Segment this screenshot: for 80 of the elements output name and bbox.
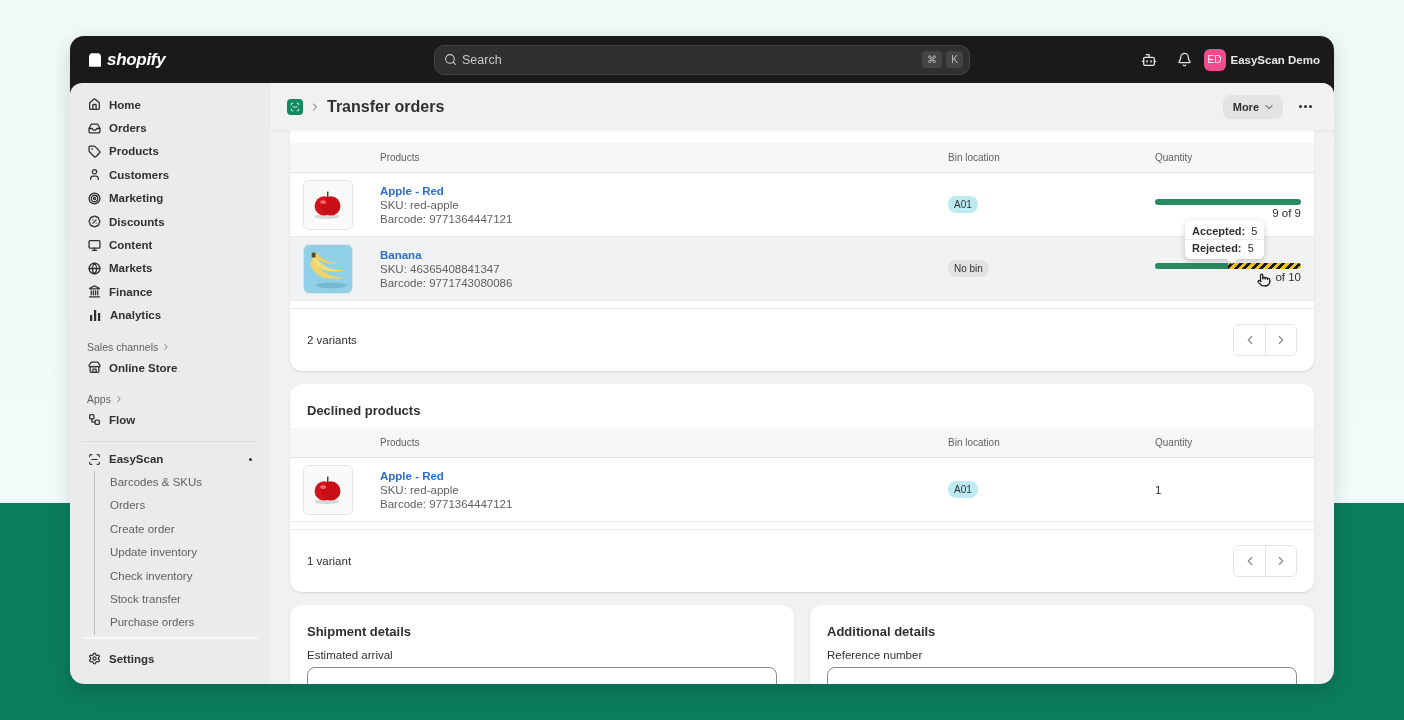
column-header: Bin location (948, 437, 1001, 448)
sku-text: SKU: red-apple (380, 483, 460, 496)
column-header: Quantity (1155, 437, 1194, 448)
nav-item[interactable]: Settings (82, 646, 258, 671)
variant-count: 1 variant (307, 555, 352, 567)
column-header: Products (380, 152, 421, 163)
hand-cursor-icon (1257, 272, 1271, 287)
nav-item[interactable]: Content (82, 233, 258, 257)
shopping-bag-icon (86, 50, 104, 69)
settings-icon (88, 652, 101, 665)
search-icon (444, 52, 457, 66)
quantity-text: 9 of 9 (1272, 206, 1301, 219)
logo-text: shopify (107, 49, 166, 70)
nav-subitem[interactable]: Create order (82, 517, 258, 542)
card-title: Shipment details (306, 623, 413, 641)
nav-subitem[interactable]: Stock transfer (82, 588, 258, 612)
nav-icon (88, 98, 101, 112)
bell-icon[interactable] (1176, 52, 1192, 67)
robot-icon[interactable] (1140, 51, 1157, 68)
product-link[interactable]: Banana (380, 248, 948, 261)
nav-item[interactable]: Home (82, 93, 258, 117)
product-link[interactable]: Apple - Red (380, 184, 948, 197)
nav-item[interactable]: Orders (82, 116, 258, 140)
quantity-text: of 10 (1275, 270, 1301, 283)
nav-icon (88, 285, 101, 299)
variant-count: 2 variants (307, 334, 357, 346)
column-header: Quantity (1155, 152, 1194, 163)
bin-badge: No bin (948, 260, 989, 277)
nav-item[interactable]: Customers (82, 163, 258, 187)
column-header: Products (380, 437, 421, 448)
product-row[interactable]: Apple - Red SKU: red-apple Barcode: 9771364447121 A01 1 (290, 458, 1314, 522)
barcode-text: Barcode: 9771743080086 (380, 276, 514, 289)
barcode-text: Barcode: 9771364447121 (380, 497, 514, 510)
page-title: Transfer orders (327, 97, 445, 116)
quantity-text: 1 (1155, 483, 1163, 496)
nav-icon (88, 191, 101, 205)
app-icon[interactable] (287, 98, 303, 115)
nav-subitem[interactable]: Purchase orders (82, 611, 258, 635)
nav-icon (88, 144, 101, 158)
field-label: Estimated arrival (306, 649, 394, 663)
bar-chart-icon (88, 308, 102, 323)
nav-icon (88, 238, 101, 252)
store-name[interactable]: EasyScan Demo (1230, 53, 1320, 66)
section-heading[interactable]: Sales channels (87, 340, 258, 353)
ellipsis-icon (1299, 105, 1312, 108)
product-link[interactable]: Apple - Red (380, 469, 948, 482)
tooltip-line: Accepted: 5 (1185, 222, 1265, 240)
nav-item[interactable]: Analytics (82, 303, 258, 327)
field-label: Reference number (826, 649, 924, 663)
nav-item[interactable]: Marketing (82, 186, 258, 210)
more-button[interactable]: More (1222, 94, 1283, 119)
nav-subitem[interactable]: Update inventory (82, 541, 258, 565)
nav-icon (88, 215, 101, 229)
nav-icon (88, 261, 101, 275)
nav-item[interactable]: Markets (82, 256, 258, 281)
card-title: Additional details (826, 623, 937, 641)
nav-icon (88, 168, 101, 182)
section-heading[interactable]: Apps (87, 393, 258, 406)
nav-item[interactable]: Finance (82, 280, 258, 304)
nav-subitem[interactable]: Check inventory (82, 564, 258, 589)
nav-subitem[interactable]: Barcodes & SKUs (82, 471, 258, 495)
nav-item[interactable]: Discounts (82, 209, 258, 234)
flow-icon (88, 413, 101, 427)
nav-subitem[interactable]: Orders (82, 494, 258, 518)
nav-item[interactable]: Products (82, 139, 258, 164)
nav-icon (88, 121, 101, 135)
sku-text: SKU: red-apple (380, 198, 460, 211)
store-icon (88, 361, 101, 375)
bin-badge: A01 (948, 196, 978, 213)
tooltip-line: Rejected: 5 (1191, 240, 1255, 256)
nav-item[interactable]: EasyScan (82, 447, 258, 472)
column-header: Bin location (948, 152, 1001, 163)
more-actions-button[interactable] (1297, 103, 1314, 110)
bin-badge: A01 (948, 481, 978, 498)
scanner-icon (88, 452, 101, 466)
card-title: Declined products (306, 402, 422, 420)
nav-item[interactable]: Flow (82, 408, 258, 432)
nav-item[interactable]: Online Store (82, 355, 258, 380)
sku-text: SKU: 46365408841347 (380, 262, 501, 275)
pin-dot-icon (249, 457, 252, 461)
